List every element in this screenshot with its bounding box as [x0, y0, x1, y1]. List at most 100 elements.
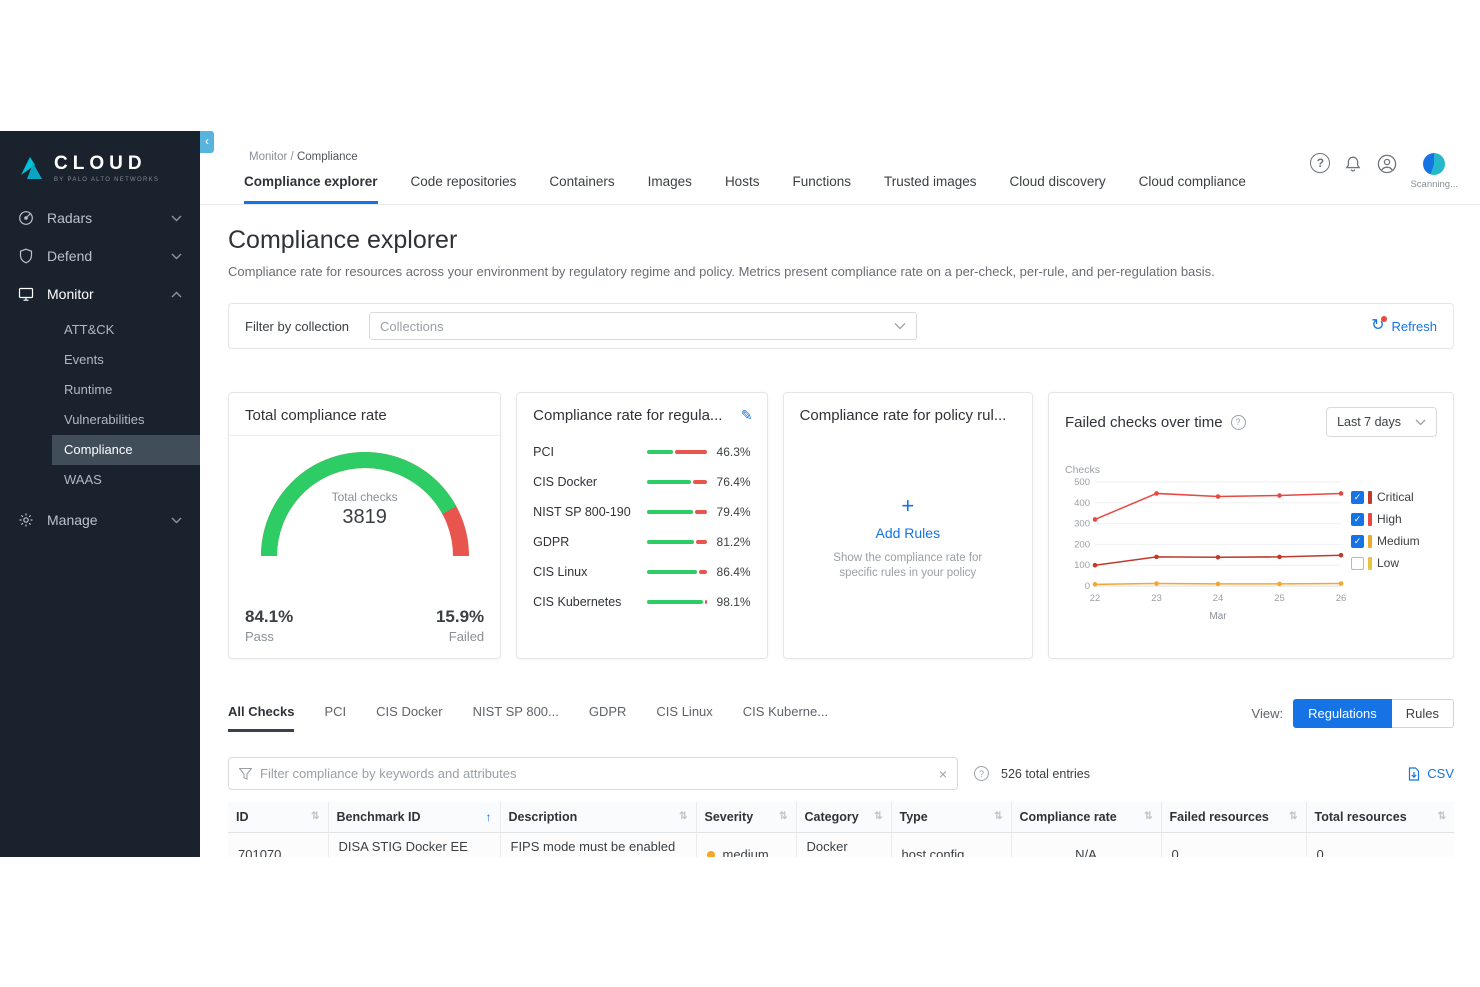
- compliance-filter-input[interactable]: [260, 766, 939, 781]
- compliance-filter-box[interactable]: ×: [228, 757, 958, 790]
- page-title: Compliance explorer: [228, 225, 1454, 255]
- regulation-row[interactable]: CIS Linux86.4%: [533, 557, 750, 587]
- view-button-rules[interactable]: Rules: [1392, 699, 1454, 728]
- checks-tab-gdpr[interactable]: GDPR: [589, 704, 627, 732]
- checks-tab-pci[interactable]: PCI: [324, 704, 346, 732]
- sidebar-item-label: Monitor: [47, 286, 94, 302]
- sidebar-item-manage[interactable]: Manage: [0, 501, 200, 539]
- view-label: View:: [1252, 706, 1284, 721]
- legend-checkbox[interactable]: [1351, 557, 1364, 570]
- help-icon[interactable]: ?: [974, 766, 989, 781]
- sidebar-item-defend[interactable]: Defend: [0, 237, 200, 275]
- svg-text:25: 25: [1274, 593, 1285, 604]
- svg-text:400: 400: [1074, 498, 1090, 509]
- add-rules-button[interactable]: Add Rules: [875, 525, 940, 541]
- sort-icon[interactable]: ⇅: [874, 811, 882, 822]
- refresh-label: Refresh: [1391, 319, 1437, 334]
- legend-item-high[interactable]: ✓High: [1351, 512, 1447, 526]
- sort-icon[interactable]: ⇅: [1289, 811, 1297, 822]
- edit-pencil-icon[interactable]: ✎: [741, 407, 753, 424]
- compliance-table: ID ⇅ Benchmark ID↑Description⇅Severity⇅Cat…: [228, 802, 1454, 857]
- regulation-row[interactable]: CIS Docker76.4%: [533, 467, 750, 497]
- sidebar-item-runtime[interactable]: Runtime: [52, 375, 200, 405]
- tab-trusted-images[interactable]: Trusted images: [884, 174, 977, 204]
- column-header-total-resources[interactable]: Total resources⇅: [1306, 802, 1454, 832]
- scanning-status-icon[interactable]: [1423, 153, 1445, 175]
- help-icon[interactable]: ?: [1231, 415, 1246, 430]
- legend-checkbox[interactable]: ✓: [1351, 491, 1364, 504]
- sidebar-item-waas[interactable]: WAAS: [52, 465, 200, 495]
- sidebar-item-att-ck[interactable]: ATT&CK: [52, 315, 200, 345]
- column-header-category[interactable]: Category⇅: [796, 802, 891, 832]
- tab-images[interactable]: Images: [648, 174, 692, 204]
- clear-filter-icon[interactable]: ×: [939, 766, 947, 782]
- table-row[interactable]: 701070DISA STIG Docker EE 1.0...FIPS mod…: [228, 832, 1454, 857]
- sidebar-item-monitor[interactable]: Monitor: [0, 275, 200, 313]
- legend-item-low[interactable]: Low: [1351, 556, 1447, 570]
- checks-tab-cis-kuberne[interactable]: CIS Kuberne...: [743, 704, 828, 732]
- user-profile-icon[interactable]: [1376, 153, 1398, 175]
- tab-containers[interactable]: Containers: [549, 174, 614, 204]
- tab-functions[interactable]: Functions: [792, 174, 851, 204]
- regulation-bar-pass: [647, 510, 693, 514]
- svg-text:22: 22: [1090, 593, 1101, 604]
- tab-hosts[interactable]: Hosts: [725, 174, 760, 204]
- app-window: CLOUD BY PALO ALTO NETWORKS RadarsDefend…: [0, 131, 1480, 857]
- column-label: Compliance rate: [1020, 810, 1117, 824]
- time-range-value: Last 7 days: [1337, 415, 1401, 429]
- notifications-bell-icon[interactable]: [1342, 153, 1364, 175]
- regulation-bar-fail: [675, 450, 706, 454]
- sidebar-collapse-button[interactable]: ‹: [200, 131, 214, 153]
- column-header-benchmark-id[interactable]: Benchmark ID↑: [328, 802, 500, 832]
- column-header-failed-resources[interactable]: Failed resources⇅: [1161, 802, 1306, 832]
- checks-tab-cis-linux[interactable]: CIS Linux: [656, 704, 712, 732]
- svg-text:Checks: Checks: [1065, 464, 1100, 476]
- chevron-down-icon: [1415, 419, 1426, 426]
- regulation-row[interactable]: NIST SP 800-19079.4%: [533, 497, 750, 527]
- tab-cloud-compliance[interactable]: Cloud compliance: [1139, 174, 1246, 204]
- refresh-button[interactable]: ↻ Refresh: [1371, 318, 1437, 334]
- checks-tab-nist-sp-800[interactable]: NIST SP 800...: [473, 704, 559, 732]
- column-header-type[interactable]: Type⇅: [891, 802, 1011, 832]
- regulation-row[interactable]: CIS Kubernetes98.1%: [533, 587, 750, 617]
- breadcrumb-parent[interactable]: Monitor: [249, 151, 287, 163]
- help-icon[interactable]: ?: [1310, 153, 1330, 173]
- sidebar-item-compliance[interactable]: Compliance: [52, 435, 200, 465]
- sidebar-item-vulnerabilities[interactable]: Vulnerabilities: [52, 405, 200, 435]
- scanning-label: Scanning...: [1410, 179, 1458, 190]
- sort-icon[interactable]: ⇅: [1144, 811, 1152, 822]
- table-cell: FIPS mode must be enabled o...: [500, 832, 696, 857]
- failed-checks-card: Failed checks over time ? Last 7 days Ch…: [1048, 392, 1454, 659]
- csv-export-button[interactable]: CSV: [1407, 766, 1454, 781]
- breadcrumb: Monitor / Compliance: [249, 151, 358, 163]
- regulation-row[interactable]: GDPR81.2%: [533, 527, 750, 557]
- regulation-row[interactable]: PCI46.3%: [533, 437, 750, 467]
- sort-icon[interactable]: ⇅: [311, 811, 319, 822]
- table-cell: 0: [1161, 832, 1306, 857]
- collections-select[interactable]: Collections: [369, 312, 917, 340]
- sort-icon[interactable]: ⇅: [679, 811, 687, 822]
- tab-code-repositories[interactable]: Code repositories: [411, 174, 517, 204]
- legend-item-critical[interactable]: ✓Critical: [1351, 490, 1447, 504]
- column-header-id[interactable]: ID ⇅: [228, 802, 328, 832]
- view-button-regulations[interactable]: Regulations: [1293, 699, 1392, 728]
- column-label: ID: [236, 810, 249, 824]
- legend-item-medium[interactable]: ✓Medium: [1351, 534, 1447, 548]
- tab-cloud-discovery[interactable]: Cloud discovery: [1010, 174, 1106, 204]
- sidebar-item-events[interactable]: Events: [52, 345, 200, 375]
- table-header-row: ID ⇅ Benchmark ID↑Description⇅Severity⇅Cat…: [228, 802, 1454, 832]
- column-header-severity[interactable]: Severity⇅: [696, 802, 796, 832]
- checks-tab-cis-docker[interactable]: CIS Docker: [376, 704, 442, 732]
- sort-asc-icon[interactable]: ↑: [486, 810, 492, 824]
- sort-icon[interactable]: ⇅: [1438, 811, 1446, 822]
- legend-checkbox[interactable]: ✓: [1351, 513, 1364, 526]
- sort-icon[interactable]: ⇅: [994, 811, 1002, 822]
- sidebar-item-radars[interactable]: Radars: [0, 199, 200, 237]
- legend-checkbox[interactable]: ✓: [1351, 535, 1364, 548]
- column-header-description[interactable]: Description⇅: [500, 802, 696, 832]
- sort-icon[interactable]: ⇅: [779, 811, 787, 822]
- tab-compliance-explorer[interactable]: Compliance explorer: [244, 174, 378, 204]
- column-header-compliance-rate[interactable]: Compliance rate ⇅: [1011, 802, 1161, 832]
- time-range-select[interactable]: Last 7 days: [1326, 407, 1437, 437]
- checks-tab-all-checks[interactable]: All Checks: [228, 704, 294, 732]
